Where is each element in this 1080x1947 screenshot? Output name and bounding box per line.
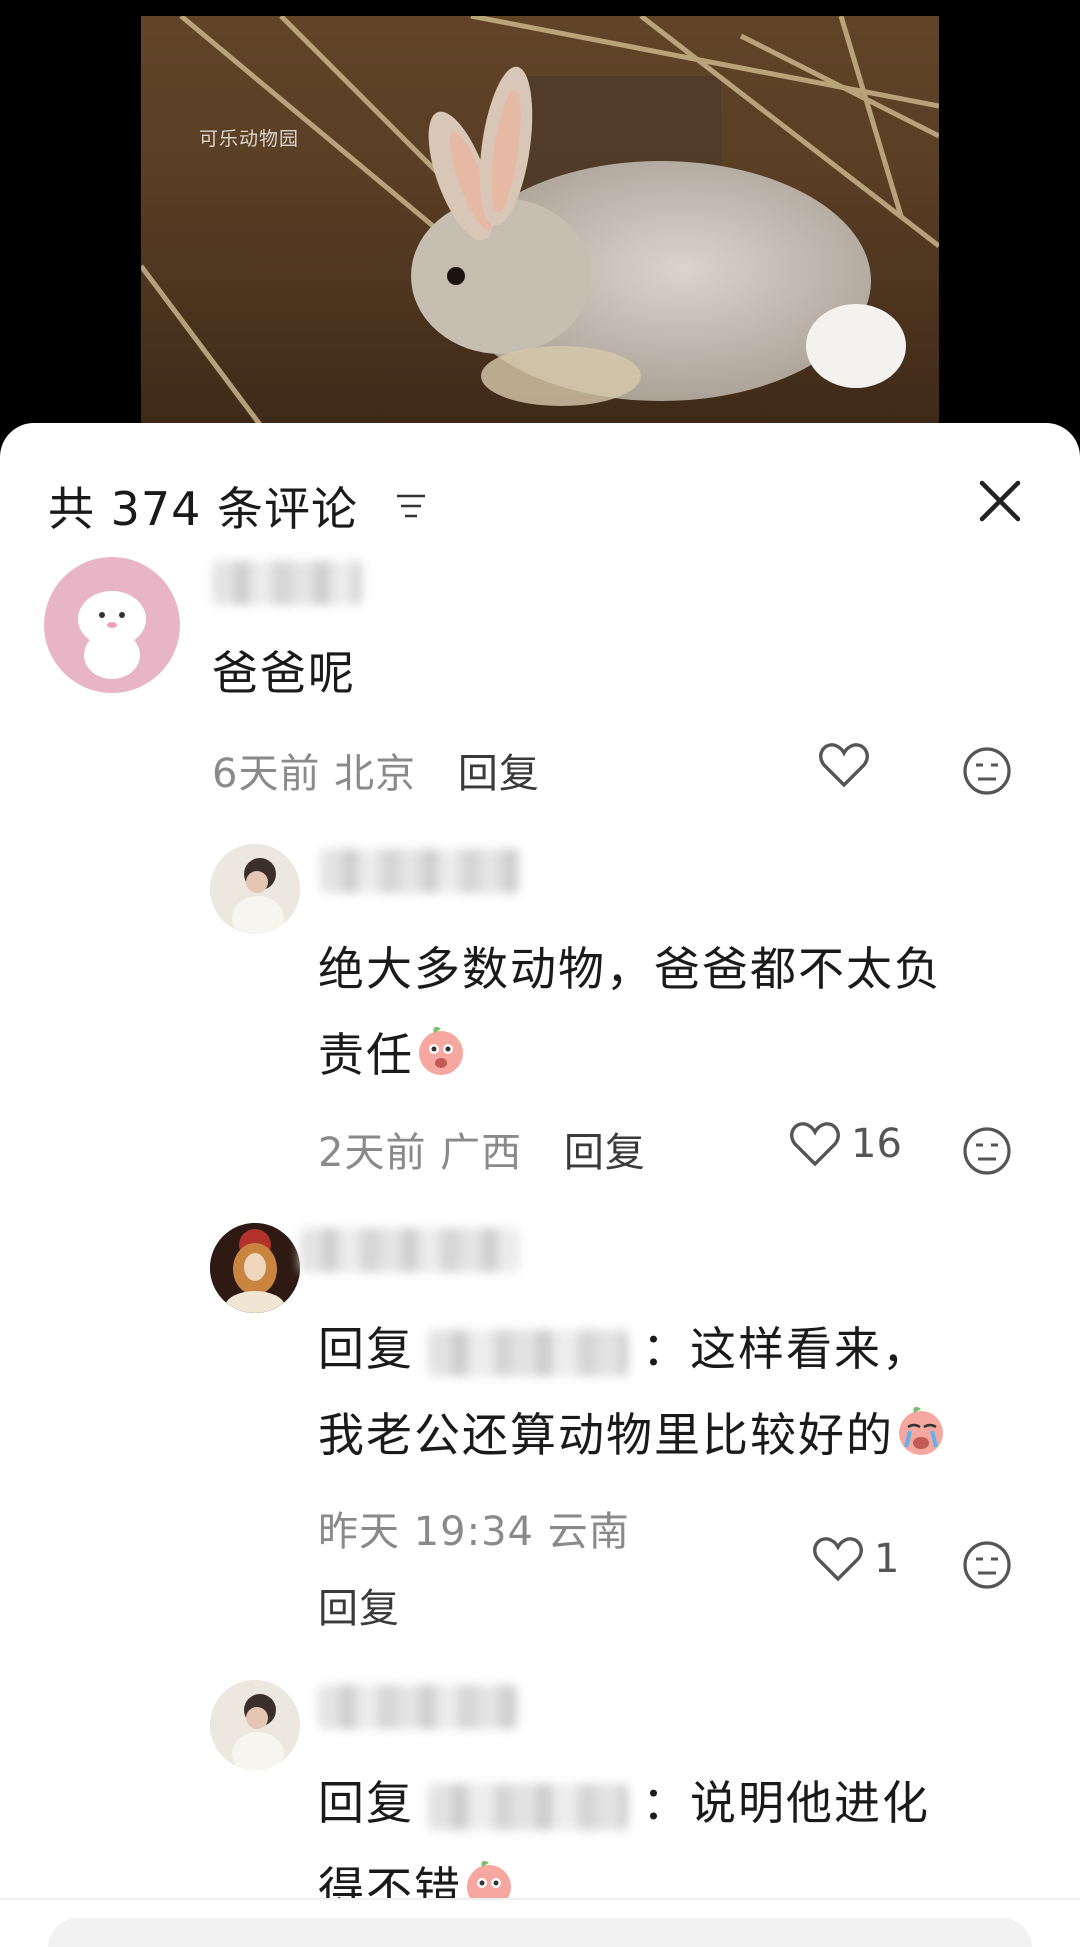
- reply-button[interactable]: 回复: [458, 751, 540, 797]
- video-player[interactable]: 可乐动物园: [0, 0, 1080, 440]
- person-avatar-icon: [210, 1680, 300, 1770]
- comments-sheet: 共 374 条评论 爸爸呢 6天前 北京 回复 绝大多数动物，爸爸都不太负 责任…: [0, 423, 1080, 1947]
- comment-location: 北京: [334, 751, 417, 797]
- crying-peach-emoji-icon: [899, 1406, 943, 1455]
- video-watermark: 可乐动物园: [199, 128, 300, 150]
- bear-avatar-icon: [78, 591, 146, 679]
- username-blurred[interactable]: [320, 849, 520, 893]
- comment-count-title: 共 374 条评论: [48, 482, 359, 536]
- comment-time: 昨天 19:34: [318, 1509, 534, 1555]
- reply-button[interactable]: 回复: [318, 1586, 400, 1632]
- shy-peach-emoji-icon: [419, 1026, 463, 1075]
- reply-button[interactable]: 回复: [564, 1130, 646, 1176]
- comment-text: 回复 ：这样看来， 我老公还算动物里比较好的: [318, 1306, 948, 1478]
- comment-input-bar: [0, 1898, 1080, 1947]
- like-button[interactable]: 16: [789, 1120, 902, 1168]
- comment-meta: 2天前 广西 回复: [318, 1120, 646, 1178]
- mentioned-user-blurred[interactable]: [428, 1783, 628, 1830]
- rabbit-video-still: [141, 16, 939, 426]
- username-blurred[interactable]: [318, 1685, 518, 1729]
- comment-meta: 6天前 北京 回复: [212, 741, 540, 799]
- username-blurred[interactable]: [300, 1228, 520, 1272]
- comment-location: 云南: [547, 1509, 630, 1555]
- like-button[interactable]: [818, 741, 870, 789]
- heart-icon: [813, 1537, 863, 1582]
- mentioned-user-blurred[interactable]: [428, 1329, 628, 1376]
- comment-time: 6天前: [212, 751, 321, 797]
- comment-input[interactable]: [48, 1918, 1032, 1947]
- avatar[interactable]: [210, 1680, 300, 1770]
- avatar[interactable]: [210, 844, 300, 934]
- comments-header: 共 374 条评论: [48, 463, 1038, 543]
- comment-text: 爸爸呢: [212, 646, 356, 700]
- video-frame[interactable]: 可乐动物园: [141, 16, 939, 426]
- dislike-face-icon[interactable]: [962, 1126, 1012, 1176]
- avatar[interactable]: [210, 1223, 300, 1313]
- comment-time: 2天前: [318, 1130, 427, 1176]
- sort-lines-icon[interactable]: [393, 488, 429, 524]
- like-count: 1: [874, 1536, 900, 1582]
- heart-icon: [790, 1122, 840, 1167]
- comment-meta: 昨天 19:34 云南: [318, 1499, 630, 1557]
- dislike-face-icon[interactable]: [962, 746, 1012, 796]
- painting-avatar-icon: [210, 1223, 300, 1313]
- username-blurred[interactable]: [212, 561, 362, 605]
- dislike-face-icon[interactable]: [962, 1540, 1012, 1590]
- like-count: 16: [851, 1121, 902, 1167]
- heart-icon: [819, 743, 869, 788]
- avatar[interactable]: [44, 557, 180, 693]
- comment-text: 绝大多数动物，爸爸都不太负 责任: [318, 942, 942, 1082]
- comment-location: 广西: [440, 1130, 523, 1176]
- close-icon[interactable]: [970, 471, 1030, 531]
- person-avatar-icon: [210, 844, 300, 934]
- like-button[interactable]: 1: [812, 1535, 899, 1583]
